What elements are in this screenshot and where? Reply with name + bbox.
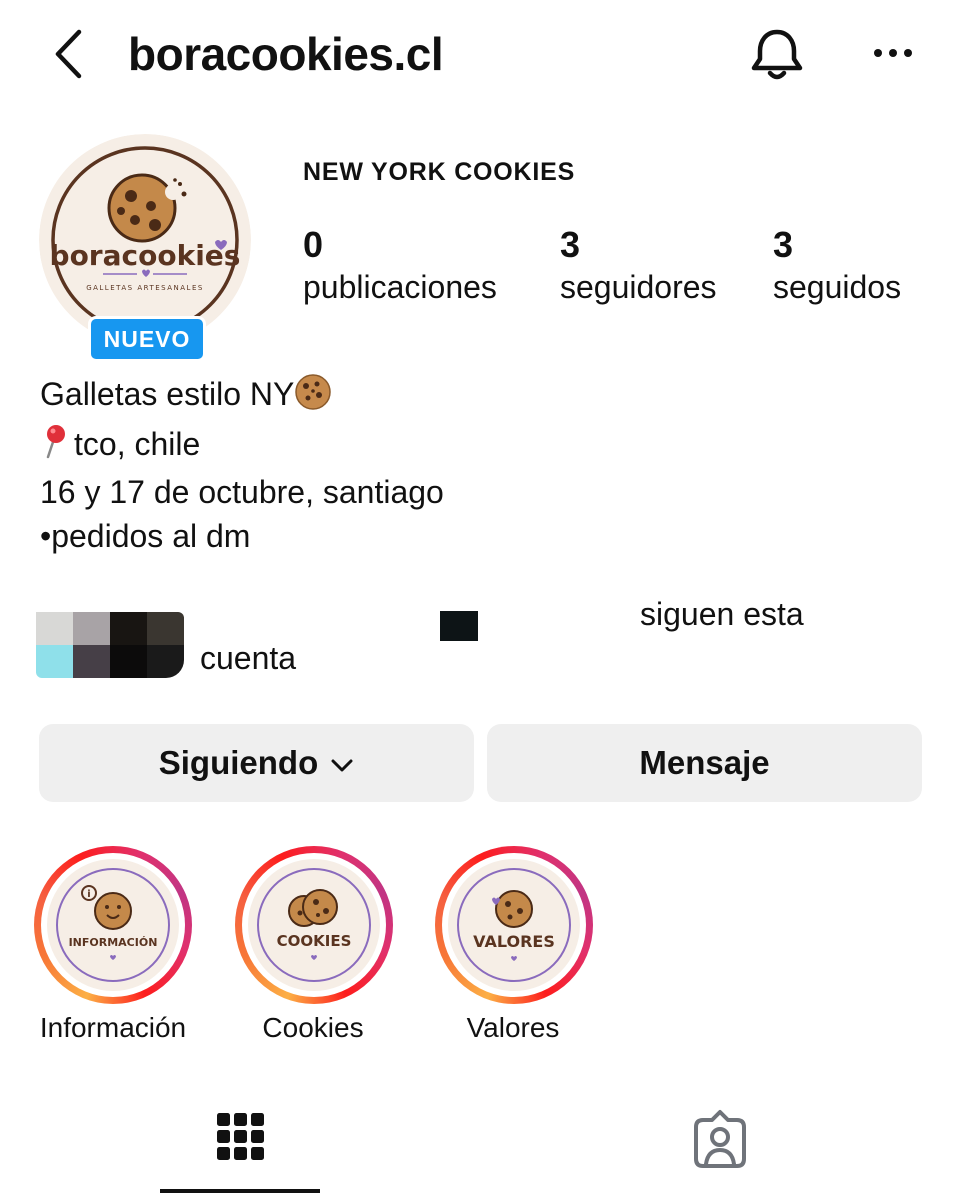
highlight-valores[interactable]: VALORES: [435, 846, 593, 1004]
highlight-cookies[interactable]: COOKIES: [235, 846, 393, 1004]
following-button-label: Siguiendo: [158, 744, 319, 781]
bio-line-2-text: tco, chile: [74, 426, 201, 462]
bio-line-3: 16 y 17 de octubre, santiago: [40, 474, 444, 510]
highlight-cover-text: INFORMACIÓN: [69, 936, 158, 949]
svg-text:i: i: [87, 889, 90, 900]
stat-following-label: seguidos: [773, 269, 902, 305]
followers-avatars-redacted[interactable]: [36, 612, 184, 678]
stat-posts[interactable]: 0 publicaciones: [303, 224, 497, 308]
highlight-informacion[interactable]: i INFORMACIÓN: [34, 846, 192, 1004]
more-options-button[interactable]: [868, 38, 918, 68]
highlight-label-cookies[interactable]: Cookies: [214, 1012, 412, 1044]
notifications-button[interactable]: [746, 24, 808, 84]
following-button[interactable]: Siguiendo: [39, 724, 474, 802]
bell-icon: [751, 29, 803, 80]
bio-line-1: Galletas estilo NY: [40, 372, 444, 422]
profile-username: boracookies.cl: [128, 28, 444, 80]
new-badge: NUEVO: [88, 316, 206, 362]
tab-posts-grid[interactable]: [160, 1092, 320, 1199]
stat-followers-label: seguidores: [560, 269, 717, 305]
chevron-left-icon: [55, 29, 82, 79]
bio-line-1-text: Galletas estilo NY: [40, 376, 295, 412]
pin-icon: [40, 423, 70, 470]
profile-display-name: NEW YORK COOKIES: [303, 158, 576, 186]
message-button[interactable]: Mensaje: [487, 724, 922, 802]
highlight-cover-text: COOKIES: [277, 932, 352, 950]
stat-followers-number: 3: [560, 224, 581, 265]
highlight-label-valores[interactable]: Valores: [414, 1012, 612, 1044]
more-horizontal-icon: [874, 49, 912, 57]
chevron-down-icon: [330, 744, 354, 782]
avatar-tagline: GALLETAS ARTESANALES: [86, 284, 204, 292]
grid-icon: [217, 1113, 264, 1160]
stat-following[interactable]: 3 seguidos: [773, 224, 901, 308]
highlight-cover-text: VALORES: [473, 932, 555, 951]
stat-following-number: 3: [773, 224, 794, 265]
profile-bio: Galletas estilo NY tco, chile 16 y 17 de…: [40, 372, 444, 558]
tab-tagged[interactable]: [640, 1092, 800, 1192]
stat-posts-number: 0: [303, 224, 324, 265]
bio-line-2: tco, chile: [40, 422, 444, 470]
cookie-icon: [294, 373, 332, 422]
active-tab-indicator: [160, 1189, 320, 1193]
redacted-mark: [440, 611, 478, 641]
followed-by-text-continued[interactable]: cuenta: [200, 640, 296, 677]
stat-posts-label: publicaciones: [303, 269, 497, 305]
followed-by-text[interactable]: siguen esta: [640, 596, 804, 633]
highlight-label-informacion[interactable]: Información: [14, 1012, 212, 1044]
bio-line-4: •pedidos al dm: [40, 518, 251, 554]
back-button[interactable]: [46, 26, 90, 82]
tagged-person-icon: [694, 1110, 746, 1168]
avatar-brand-text: boracookies: [50, 239, 241, 272]
profile-avatar[interactable]: boracookies GALLETAS ARTESANALES: [39, 134, 251, 346]
stat-followers[interactable]: 3 seguidores: [560, 224, 717, 308]
